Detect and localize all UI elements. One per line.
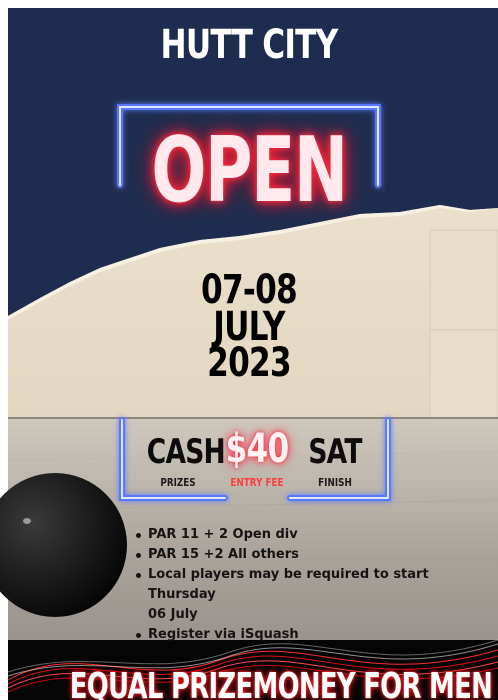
list-item: PAR 15 +2 All others <box>136 545 496 565</box>
date-days: 07-08 <box>201 267 298 313</box>
entry-fee-label: ENTRY FEE <box>230 476 284 489</box>
headline-open: OPEN <box>151 118 348 223</box>
details-list: PAR 11 + 2 Open div PAR 15 +2 All others… <box>136 525 496 645</box>
list-item: Register via iSquash <box>136 625 496 645</box>
list-item: Local players may be required to start T… <box>136 565 496 605</box>
finish-value: SAT <box>308 432 362 472</box>
tournament-poster: HUTT CITY OPEN 07-08 JULY 2023 CASH PRIZ… <box>0 0 498 700</box>
equal-prize-banner: EQUAL PRIZEMONEY FOR MEN & WOMEN <box>69 666 498 700</box>
cash-label: PRIZES <box>160 476 196 489</box>
entry-fee-value: $40 <box>225 426 290 472</box>
list-item-continued: 06 July <box>148 607 198 622</box>
poster-title: HUTT CITY <box>160 22 339 68</box>
cash-value: CASH <box>146 432 226 472</box>
list-item: PAR 11 + 2 Open div <box>136 525 496 545</box>
finish-label: FINISH <box>318 476 352 489</box>
date-year: 2023 <box>207 340 291 386</box>
